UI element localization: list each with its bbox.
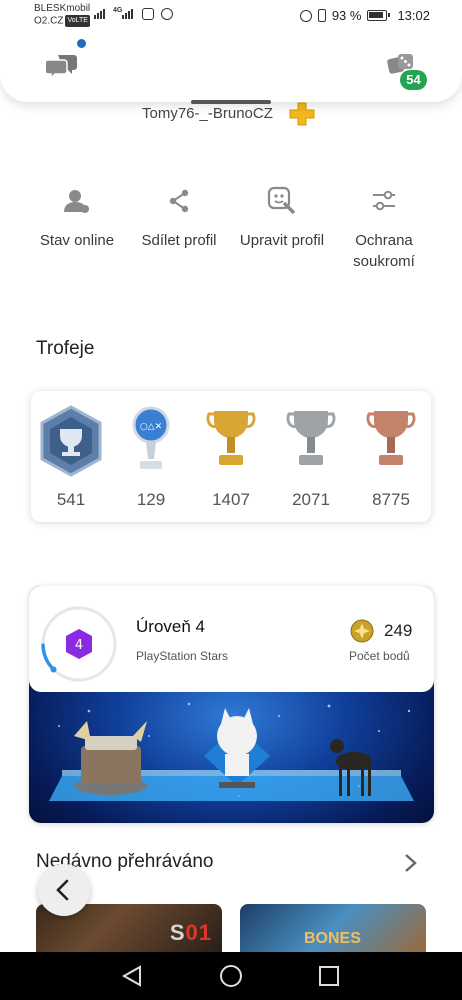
carrier-info: BLESKmobil O2.CZ VoLTE [34,3,90,28]
share-icon [169,189,189,213]
points-value: 249 [384,621,413,640]
silver-trophies: 2071 [271,405,351,510]
silver-trophy-icon [286,411,336,465]
trophy-level-icon [40,405,102,477]
bronze-trophies: 8775 [351,405,431,510]
network-type: 4G [113,7,123,14]
edit-profile-button[interactable]: Upravit profil [227,186,337,251]
game-1-title-art: S01 [170,920,212,946]
level-title: Úroveň 4 [136,617,205,636]
messages-icon[interactable] [46,52,78,78]
battery-icon [367,10,391,21]
trophy-level-value: 541 [56,490,86,509]
platinum-trophy-icon: ○△✕ [132,406,170,469]
carrier-network: O2.CZ [34,15,64,27]
bronze-count: 8775 [372,490,410,509]
vibrate-icon [317,9,326,22]
edit-profile-icon [267,186,296,215]
games-count-badge: 54 [400,70,427,90]
nav-home-icon[interactable] [220,965,242,987]
alarm-icon [299,9,312,22]
profile-actions: Stav online Sdílet profil Upravit profil… [0,186,462,286]
share-profile-label: Sdílet profil [141,232,217,249]
privacy-button[interactable]: Ochrana soukromí [329,186,439,272]
back-button[interactable] [38,864,90,916]
stars-level-header: 4 Úroveň 4 PlayStation Stars 249 Počet b… [29,586,434,692]
person-status-icon [64,190,89,213]
trophy-summary-card[interactable]: 541 ○△✕ 129 1407 2071 8775 [31,391,431,522]
signal-2-icon [122,9,133,19]
gold-trophy-icon [206,411,256,465]
share-profile-button[interactable]: Sdílet profil [124,186,234,251]
points-label: Počet bodů [349,649,410,663]
ps-plus-icon [289,102,315,126]
trophies-title: Trofeje [36,338,95,359]
online-status-label: Stav online [39,232,115,249]
game-1-title-number: 01 [185,920,212,945]
nav-recents-icon[interactable] [319,966,339,986]
notification-dot [77,39,86,48]
svg-text:○△✕: ○△✕ [140,422,162,432]
gold-count: 1407 [212,490,250,509]
status-bar: BLESKmobil O2.CZ VoLTE 4G 93 % 13:02 [0,0,462,32]
instagram-icon [142,8,154,20]
nav-back-icon[interactable] [121,965,141,987]
game-1-title-letter: S [169,920,186,945]
platinum-trophies: ○△✕ 129 [111,405,191,510]
pocket-icon [161,8,173,20]
platinum-count: 129 [136,490,166,509]
username: Tomy76-_-BrunoCZ [142,105,273,122]
chevron-right-icon[interactable] [401,853,419,873]
trophy-level: 541 [31,405,111,510]
bronze-trophy-icon [366,411,416,465]
online-status-button[interactable]: Stav online [22,186,132,251]
volte-badge: VoLTE [65,15,90,27]
signal-icon [94,9,105,19]
game-2-title-art: BONES [304,930,361,947]
privacy-sliders-icon [373,190,395,211]
silver-count: 2071 [292,490,330,509]
stars-subtitle: PlayStation Stars [136,649,229,663]
battery-percent: 93 % [331,8,362,23]
chevron-left-icon [56,879,69,901]
edit-profile-label: Upravit profil [239,232,325,249]
level-progress-ring: 4 [41,606,117,682]
level-badge-number: 4 [75,638,83,653]
stars-points-coin-icon [350,619,374,643]
android-navigation-bar [0,952,462,1000]
playstation-stars-card[interactable]: 4 Úroveň 4 PlayStation Stars 249 Počet b… [29,586,434,823]
nav-buttons [121,965,339,987]
drag-handle[interactable] [191,100,271,104]
gold-trophies: 1407 [191,405,271,510]
clock: 13:02 [397,8,430,23]
recent-game-tile-2[interactable]: BONES [240,904,426,952]
privacy-label: Ochrana soukromí [353,232,415,270]
carrier-name: BLESKmobil [34,3,91,14]
